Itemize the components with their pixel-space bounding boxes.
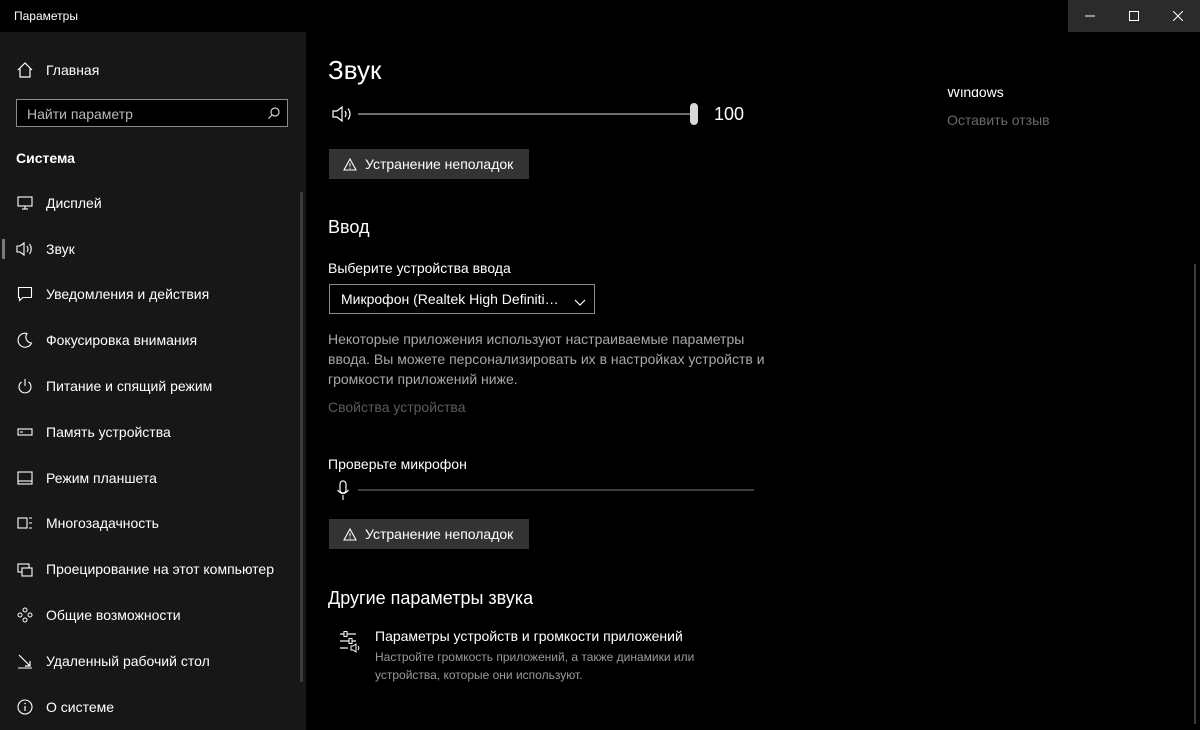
main-content: Звук 100 Устранение неполадок Ввод Выбер…: [306, 32, 1200, 730]
sidebar-item-label: Питание и спящий режим: [46, 378, 213, 395]
moon-icon: [16, 331, 34, 349]
chevron-down-icon: [574, 294, 586, 312]
sidebar-item-label: Общие возможности: [46, 607, 181, 624]
microphone-icon: [336, 480, 350, 507]
storage-icon: [16, 423, 34, 441]
sidebar-item-shared[interactable]: Общие возможности: [0, 592, 306, 638]
input-device-select[interactable]: Микрофон (Realtek High Definiti…: [329, 284, 595, 314]
mic-level-bar: [358, 489, 754, 491]
minimize-icon: [1085, 15, 1095, 17]
sidebar-item-focus[interactable]: Фокусировка внимания: [0, 317, 306, 363]
sidebar-item-sound[interactable]: Звук: [0, 226, 306, 272]
sidebar-item-label: Память устройства: [46, 423, 171, 440]
other-settings-heading: Другие параметры звука: [328, 588, 534, 608]
input-device-label: Выберите устройства ввода: [328, 260, 511, 276]
sidebar-item-tablet[interactable]: Режим планшета: [0, 455, 306, 501]
notification-icon: [16, 285, 34, 303]
sidebar-item-label: Уведомления и действия: [46, 286, 210, 303]
speaker-icon[interactable]: [332, 104, 354, 129]
sidebar-item-power[interactable]: Питание и спящий режим: [0, 363, 306, 409]
sidebar-item-label: Фокусировка внимания: [46, 332, 198, 349]
sidebar-nav: Дисплей Звук Уведомления и действия Фоку…: [0, 180, 306, 730]
maximize-icon: [1129, 11, 1139, 21]
sidebar-section-title: Система: [16, 150, 75, 166]
sidebar: Главная Найти параметр Система Дисплей З…: [0, 32, 306, 730]
test-mic-label: Проверьте микрофон: [328, 456, 467, 472]
sliders-icon: [338, 630, 364, 659]
project-icon: [16, 560, 34, 578]
sidebar-item-label: Режим планшета: [46, 469, 157, 486]
sidebar-item-storage[interactable]: Память устройства: [0, 409, 306, 455]
app-volume-title: Параметры устройств и громкости приложен…: [375, 628, 683, 644]
input-description: Некоторые приложения используют настраив…: [328, 331, 765, 387]
sidebar-item-label: Многозадачность: [46, 515, 159, 532]
sidebar-item-projecting[interactable]: Проецирование на этот компьютер: [0, 546, 306, 592]
windows-text: Windows: [947, 84, 1004, 100]
title-bar: Параметры: [0, 0, 1200, 32]
troubleshoot-button[interactable]: Устранение неполадок: [329, 149, 529, 179]
sidebar-item-home[interactable]: Главная: [0, 56, 306, 84]
warning-icon: [343, 157, 357, 171]
volume-slider-thumb[interactable]: [690, 103, 698, 125]
troubleshoot-label: Устранение неполадок: [365, 156, 514, 172]
window-controls: [1068, 0, 1200, 32]
minimize-button[interactable]: [1068, 0, 1112, 32]
input-heading: Ввод: [328, 217, 370, 237]
close-button[interactable]: [1156, 0, 1200, 32]
monitor-icon: [16, 194, 34, 212]
input-device-value: Микрофон (Realtek High Definiti…: [341, 291, 559, 307]
search-icon: [267, 106, 281, 125]
feedback-link[interactable]: Оставить отзыв: [947, 112, 1050, 128]
info-icon: [16, 698, 34, 716]
sidebar-item-label: Дисплей: [46, 194, 102, 211]
volume-value: 100: [714, 104, 745, 124]
mic-troubleshoot-button[interactable]: Устранение неполадок: [329, 519, 529, 549]
sidebar-item-notifications[interactable]: Уведомления и действия: [0, 272, 306, 318]
power-icon: [16, 377, 34, 395]
sidebar-item-display[interactable]: Дисплей: [0, 180, 306, 226]
app-volume-description: Настройте громкость приложений, а также …: [375, 650, 695, 682]
multitask-icon: [16, 514, 34, 532]
window-title: Параметры: [14, 9, 78, 23]
sidebar-item-label: Проецирование на этот компьютер: [46, 561, 274, 578]
remote-desktop-icon: [16, 652, 34, 670]
sidebar-item-remote-desktop[interactable]: Удаленный рабочий стол: [0, 638, 306, 684]
sidebar-scrollbar[interactable]: [300, 192, 303, 682]
close-icon: [1173, 11, 1183, 21]
shared-icon: [16, 606, 34, 624]
home-icon: [16, 61, 34, 84]
sidebar-item-label: Звук: [46, 240, 75, 257]
sidebar-item-about[interactable]: О системе: [0, 684, 306, 730]
volume-slider[interactable]: [358, 113, 694, 115]
page-title: Звук: [328, 55, 382, 85]
tablet-icon: [16, 469, 34, 487]
speaker-icon: [16, 240, 34, 258]
sidebar-item-multitasking[interactable]: Многозадачность: [0, 501, 306, 547]
sidebar-item-label: Удаленный рабочий стол: [46, 652, 210, 669]
warning-icon: [343, 527, 357, 541]
main-scrollbar[interactable]: [1194, 264, 1196, 724]
search-placeholder: Найти параметр: [27, 106, 133, 122]
device-properties-link[interactable]: Свойства устройства: [328, 399, 466, 415]
sidebar-item-label: Главная: [46, 62, 100, 78]
troubleshoot-label: Устранение неполадок: [365, 526, 514, 542]
maximize-button[interactable]: [1112, 0, 1156, 32]
sidebar-item-label: О системе: [46, 698, 115, 715]
search-input[interactable]: Найти параметр: [16, 99, 288, 127]
